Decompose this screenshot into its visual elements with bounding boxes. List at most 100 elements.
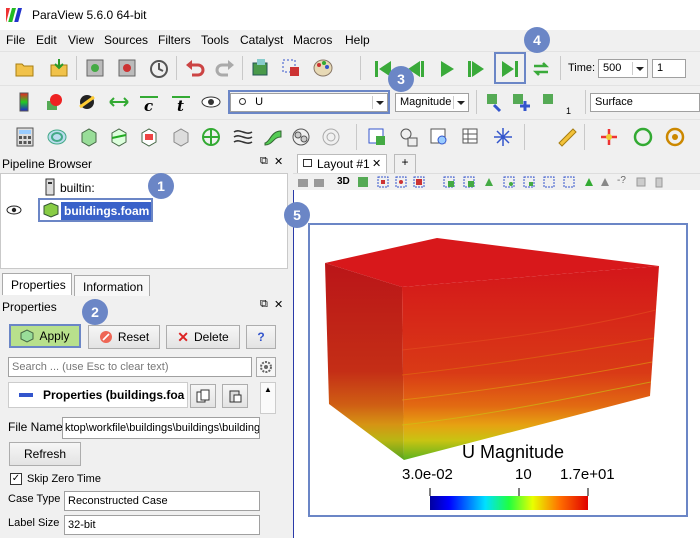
hover-points-icon[interactable] [503, 176, 515, 188]
select-cells-icon[interactable] [377, 176, 389, 188]
color-legend-icon[interactable] [14, 91, 36, 113]
extract-subset-icon[interactable] [170, 126, 192, 148]
select-frustum-icon[interactable] [413, 176, 425, 188]
next-frame-icon[interactable] [466, 58, 488, 80]
ruler-icon[interactable] [556, 126, 578, 148]
tooltip-icon[interactable] [635, 176, 647, 188]
rotate-y-icon[interactable] [664, 126, 686, 148]
camera-icon[interactable] [250, 57, 272, 79]
add-view-icon[interactable] [510, 91, 532, 113]
properties-section-header[interactable]: Properties (buildings.foa [8, 382, 188, 408]
render-view[interactable]: U Magnitude 3.0e-02 10 1.7e+01 [293, 190, 700, 538]
stream-tracer-icon[interactable] [232, 126, 254, 148]
menu-help[interactable]: Help [345, 33, 370, 47]
menu-filters[interactable]: Filters [158, 33, 191, 47]
close-icon[interactable]: ✕ [274, 155, 283, 168]
file-name-field[interactable]: ktop\workfile\buildings\buildings\buildi… [62, 417, 260, 439]
group-datasets-icon[interactable] [290, 126, 312, 148]
palette-icon[interactable] [312, 57, 334, 79]
menu-tools[interactable]: Tools [201, 33, 229, 47]
apply-button[interactable]: Apply [9, 324, 81, 348]
find-data-icon[interactable] [398, 126, 420, 148]
menu-edit[interactable]: Edit [36, 33, 57, 47]
rotate-x-icon[interactable] [632, 126, 654, 148]
label-point-icon[interactable] [583, 176, 595, 188]
scroll-up-icon[interactable]: ▲ [264, 385, 272, 394]
add-layout-tab[interactable]: + [394, 154, 416, 173]
auto-apply-icon[interactable] [148, 57, 170, 79]
menu-view[interactable]: View [68, 33, 94, 47]
close-tab-icon[interactable]: ✕ [372, 157, 381, 170]
clear-selection-icon[interactable] [653, 176, 665, 188]
pick-center-icon[interactable] [598, 126, 620, 148]
rescale-data-icon[interactable] [108, 91, 130, 113]
delete-button[interactable]: ✕ Delete [166, 325, 240, 349]
menu-sources[interactable]: Sources [104, 33, 148, 47]
skip-zero-time-checkbox[interactable]: ✓ [10, 473, 22, 485]
refresh-button[interactable]: Refresh [9, 442, 81, 466]
tab-information[interactable]: Information [74, 275, 150, 297]
view-mode-3d[interactable]: 3D [337, 176, 350, 187]
spreadsheet-icon[interactable] [460, 126, 482, 148]
component-select[interactable]: Magnitude [395, 93, 469, 112]
counter-icon[interactable] [540, 91, 562, 113]
shrink-selection-icon[interactable] [563, 176, 575, 188]
grow-selection-icon[interactable] [543, 176, 555, 188]
extract-level-icon[interactable] [320, 126, 342, 148]
undock-icon[interactable]: ⧉ [260, 298, 268, 311]
clip-icon[interactable] [78, 126, 100, 148]
selection-display-icon[interactable] [366, 126, 388, 148]
label-size-select[interactable]: 32-bit [64, 515, 260, 535]
undo-icon[interactable] [184, 57, 206, 79]
threshold-icon[interactable] [138, 126, 160, 148]
warp-vector-icon[interactable] [262, 126, 284, 148]
visibility-eye-icon[interactable] [6, 205, 22, 215]
camera-reset-icon[interactable] [357, 176, 369, 188]
select-points-icon[interactable] [395, 176, 407, 188]
contour-icon[interactable] [46, 126, 68, 148]
tab-properties[interactable]: Properties [2, 273, 72, 295]
play-icon[interactable] [436, 58, 458, 80]
paste-button[interactable] [222, 384, 248, 408]
tab-layout-1[interactable]: Layout #1 ✕ [297, 154, 387, 173]
menu-macros[interactable]: Macros [293, 33, 332, 47]
capture-image-icon[interactable] [313, 176, 325, 188]
select-polygon-icon[interactable] [483, 176, 495, 188]
search-input[interactable]: Search ... (use Esc to clear text) [8, 357, 252, 377]
reset-camera-icon[interactable] [484, 91, 506, 113]
interactive-select-icon[interactable] [443, 176, 455, 188]
slice-icon[interactable] [108, 126, 130, 148]
menu-catalyst[interactable]: Catalyst [240, 33, 283, 47]
loop-icon[interactable] [530, 58, 552, 80]
label-cell-icon[interactable] [599, 176, 611, 188]
query-selection-icon[interactable]: -? [617, 175, 626, 186]
disconnect-icon[interactable] [116, 57, 138, 79]
help-button[interactable]: ? [246, 325, 276, 349]
capture-view-icon[interactable] [297, 176, 309, 188]
panel-scrollbar[interactable]: ▲ [260, 382, 276, 414]
representation-select[interactable]: Surface [590, 93, 700, 112]
reset-button[interactable]: Reset [88, 325, 160, 349]
gear-icon[interactable] [256, 357, 276, 377]
edit-colormap-icon[interactable] [44, 91, 66, 113]
copy-button[interactable] [190, 384, 216, 408]
time-step-spinbox[interactable]: 1 [652, 59, 686, 78]
rescale-t-icon[interactable]: t [170, 91, 192, 113]
axes-grid-icon[interactable] [492, 126, 514, 148]
save-data-icon[interactable] [48, 57, 70, 79]
connect-icon[interactable] [84, 57, 106, 79]
menu-file[interactable]: File [6, 33, 25, 47]
query-icon[interactable] [428, 126, 450, 148]
case-type-select[interactable]: Reconstructed Case [64, 491, 260, 511]
rescale-custom-icon[interactable] [76, 91, 98, 113]
hover-cells-icon[interactable] [523, 176, 535, 188]
calculator-icon[interactable] [14, 126, 36, 148]
close-icon[interactable]: ✕ [274, 298, 283, 311]
glyph-icon[interactable] [200, 126, 222, 148]
undock-icon[interactable]: ⧉ [260, 155, 268, 168]
rescale-visible-icon[interactable] [200, 91, 222, 113]
select-block-icon[interactable] [463, 176, 475, 188]
pipeline-item-builtin[interactable]: builtin: [60, 181, 95, 195]
selection-icon[interactable] [280, 57, 302, 79]
time-select[interactable]: 500 [598, 59, 648, 78]
